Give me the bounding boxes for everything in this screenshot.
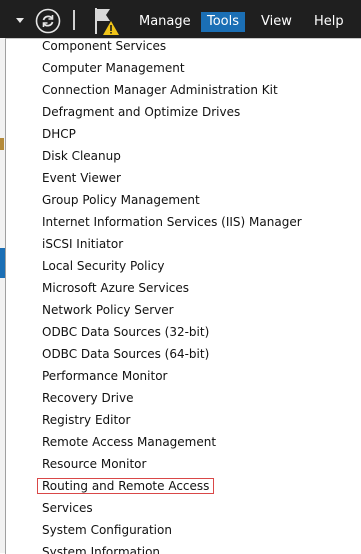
tools-menu-item-label: Local Security Policy xyxy=(42,259,165,273)
tools-menu-item-label: Computer Management xyxy=(42,61,185,75)
menu-tools[interactable]: Tools xyxy=(201,12,246,32)
tools-menu-item-label: DHCP xyxy=(42,127,76,141)
tools-menu-item-label: Performance Monitor xyxy=(42,369,168,383)
tools-menu-item-label: ODBC Data Sources (64-bit) xyxy=(42,347,210,361)
tools-menu-list: Component Services Computer Management Con… xyxy=(6,39,361,554)
menu-view[interactable]: View xyxy=(255,12,298,32)
tools-menu-item[interactable]: System Configuration xyxy=(6,519,361,541)
menu-help[interactable]: Help xyxy=(308,12,350,32)
tools-menu-item-label: Defragment and Optimize Drives xyxy=(42,105,241,119)
tools-menu-item-label: Resource Monitor xyxy=(42,457,147,471)
tools-menu-item[interactable]: Event Viewer xyxy=(6,167,361,189)
notifications-flag-icon[interactable] xyxy=(92,6,122,36)
tools-menu-item-label: Microsoft Azure Services xyxy=(42,281,190,295)
tools-menu-item[interactable]: Internet Information Services (IIS) Mana… xyxy=(6,211,361,233)
tools-menu-item-label: Internet Information Services (IIS) Mana… xyxy=(42,215,302,229)
refresh-icon[interactable] xyxy=(35,8,61,34)
tools-menu-item-label: Component Services xyxy=(42,39,167,53)
tools-menu-item-label: iSCSI Initiator xyxy=(42,237,124,251)
tools-menu-item[interactable]: Resource Monitor xyxy=(6,453,361,475)
tools-menu-item[interactable]: Recovery Drive xyxy=(6,387,361,409)
tools-menu-item[interactable]: Services xyxy=(6,497,361,519)
tools-menu-item[interactable]: Routing and Remote Access xyxy=(6,475,361,497)
tools-menu-item[interactable]: iSCSI Initiator xyxy=(6,233,361,255)
tools-menu-item[interactable]: Network Policy Server xyxy=(6,299,361,321)
tools-menu-item-label: Services xyxy=(42,501,93,515)
tools-menu-item[interactable]: Microsoft Azure Services xyxy=(6,277,361,299)
navigation-dropdown-icon[interactable] xyxy=(16,18,24,23)
server-manager-toolbar: Manage Tools View Help xyxy=(0,0,361,38)
tools-menu-item-label: Connection Manager Administration Kit xyxy=(42,83,278,97)
toolbar-separator xyxy=(73,10,75,30)
tools-menu-item-label: Recovery Drive xyxy=(42,391,134,405)
tools-menu-item[interactable]: Connection Manager Administration Kit xyxy=(6,79,361,101)
tools-menu-item[interactable]: Computer Management xyxy=(6,57,361,79)
background-marker xyxy=(0,138,4,150)
tools-menu-item-label: Remote Access Management xyxy=(42,435,217,449)
tools-menu-item[interactable]: Disk Cleanup xyxy=(6,145,361,167)
tools-menu-item[interactable]: Defragment and Optimize Drives xyxy=(6,101,361,123)
tools-menu-item-label: Network Policy Server xyxy=(42,303,174,317)
tools-menu-item[interactable]: Registry Editor xyxy=(6,409,361,431)
tools-menu-item-label: Registry Editor xyxy=(42,413,131,427)
tools-menu-item[interactable]: Remote Access Management xyxy=(6,431,361,453)
tools-menu-item[interactable]: ODBC Data Sources (64-bit) xyxy=(6,343,361,365)
tools-menu-item[interactable]: Component Services xyxy=(6,39,361,57)
tools-menu-item-label: System Configuration xyxy=(42,523,172,537)
tools-dropdown-menu: Component Services Computer Management Con… xyxy=(5,38,361,554)
tools-menu-item-label: Routing and Remote Access xyxy=(36,478,215,494)
tools-menu-item-label: Group Policy Management xyxy=(42,193,200,207)
tools-menu-item-label: Disk Cleanup xyxy=(42,149,121,163)
tools-menu-item-label: ODBC Data Sources (32-bit) xyxy=(42,325,210,339)
tools-menu-item[interactable]: Local Security Policy xyxy=(6,255,361,277)
tools-menu-item[interactable]: Group Policy Management xyxy=(6,189,361,211)
menu-manage[interactable]: Manage xyxy=(133,12,197,32)
tools-menu-item[interactable]: System Information xyxy=(6,541,361,554)
tools-menu-item[interactable]: ODBC Data Sources (32-bit) xyxy=(6,321,361,343)
tools-menu-item[interactable]: Performance Monitor xyxy=(6,365,361,387)
tools-menu-item[interactable]: DHCP xyxy=(6,123,361,145)
tools-menu-item-label: Event Viewer xyxy=(42,171,121,185)
